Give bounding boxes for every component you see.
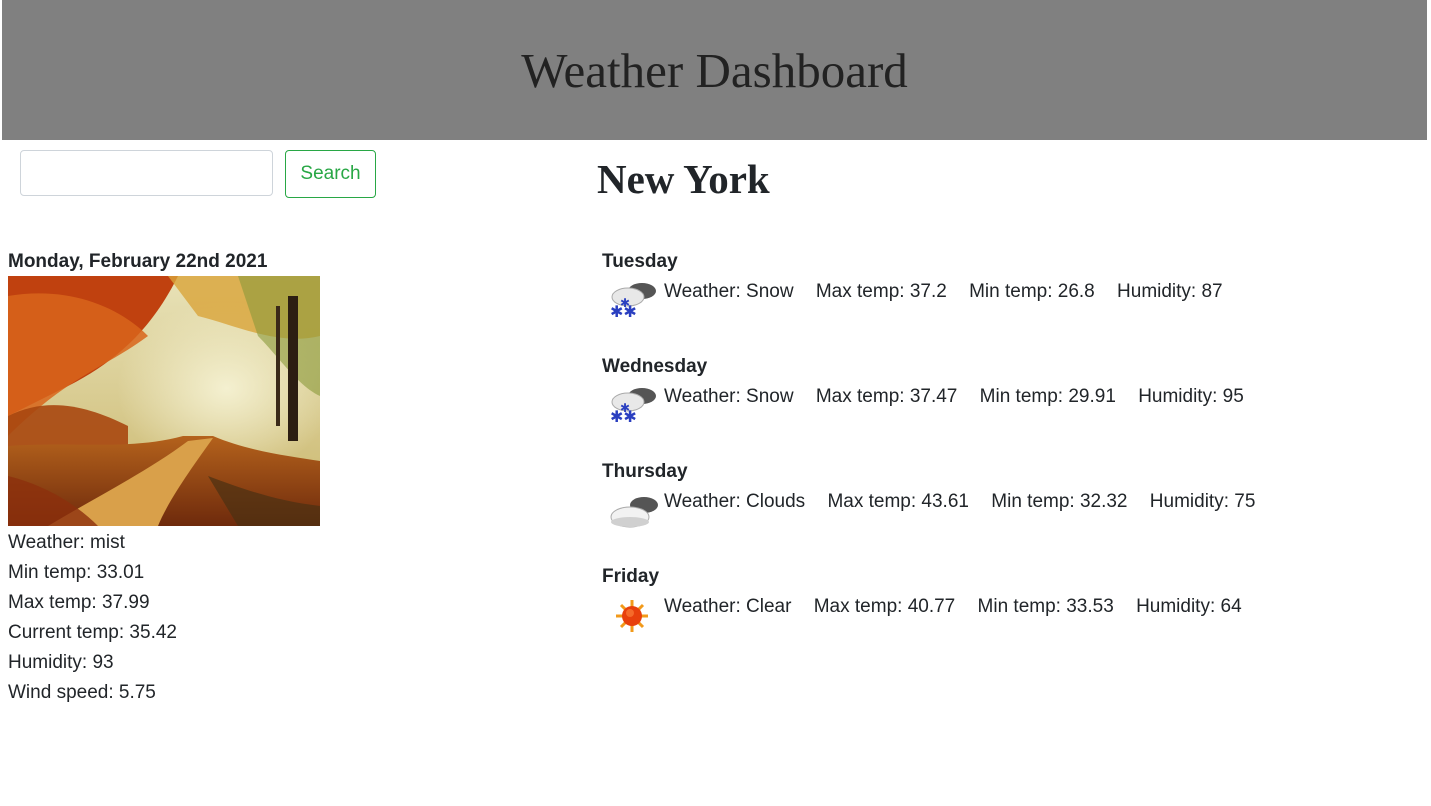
clouds-icon (610, 497, 658, 528)
forecast-humidity: Humidity: 75 (1149, 491, 1256, 512)
forecast-humidity: Humidity: 87 (1117, 281, 1223, 302)
forecast-weather: Weather: Snow (664, 386, 794, 407)
current-temp: Current temp: 35.42 (8, 622, 177, 643)
snow-icon: ✱✱ ✱ (610, 283, 656, 321)
snow-icon: ✱✱ ✱ (610, 388, 656, 426)
forecast-day: Wednesday ✱✱ ✱ Weather: Snow Max temp: 3… (602, 354, 1402, 459)
svg-text:✱: ✱ (620, 401, 630, 415)
forecast-humidity: Humidity: 95 (1138, 386, 1244, 407)
forecast-list: Tuesday ✱✱ ✱ Weather: Snow Max temp: 37.… (602, 249, 1402, 669)
forecast-min-temp: Min temp: 33.53 (977, 596, 1114, 617)
forecast-max-temp: Max temp: 40.77 (813, 596, 956, 617)
current-weather-condition: Weather: mist (8, 532, 125, 553)
forecast-min-temp: Min temp: 29.91 (979, 386, 1116, 407)
current-wind-speed: Wind speed: 5.75 (8, 682, 156, 703)
current-weather-details: Weather: mist Min temp: 33.01 Max temp: … (8, 528, 408, 708)
current-min-temp: Min temp: 33.01 (8, 562, 145, 583)
forecast-day-name: Friday (602, 566, 660, 587)
forecast-weather: Weather: Clouds (664, 491, 806, 512)
svg-text:✱: ✱ (620, 296, 630, 310)
forecast-max-temp: Max temp: 37.2 (815, 281, 947, 302)
forecast-day-name: Wednesday (602, 356, 708, 377)
current-date: Monday, February 22nd 2021 (8, 251, 268, 272)
search-button[interactable]: Search (285, 150, 376, 198)
forecast-weather: Weather: Snow (664, 281, 794, 302)
forecast-humidity: Humidity: 64 (1136, 596, 1242, 617)
forecast-day: Thursday Weather: Clouds Max temp: 43.61… (602, 459, 1402, 564)
forecast-day: Friday Weather: Clear Max temp: 40.77 Mi… (602, 564, 1402, 669)
current-humidity: Humidity: 93 (8, 652, 114, 673)
sun-icon (616, 600, 648, 632)
current-max-temp: Max temp: 37.99 (8, 592, 150, 613)
forecast-day-name: Tuesday (602, 251, 678, 272)
city-name: New York (597, 156, 770, 202)
page-header: Weather Dashboard (2, 0, 1427, 140)
forecast-min-temp: Min temp: 26.8 (969, 281, 1095, 302)
autumn-forest-image (8, 276, 320, 526)
forecast-weather: Weather: Clear (664, 596, 792, 617)
search-input[interactable] (20, 150, 273, 196)
forecast-min-temp: Min temp: 32.32 (991, 491, 1128, 512)
forecast-day-name: Thursday (602, 461, 688, 482)
forecast-max-temp: Max temp: 43.61 (827, 491, 969, 512)
page-title: Weather Dashboard (521, 43, 908, 98)
forecast-max-temp: Max temp: 37.47 (815, 386, 958, 407)
forecast-day: Tuesday ✱✱ ✱ Weather: Snow Max temp: 37.… (602, 249, 1402, 354)
current-weather-panel: Monday, February 22nd 2021 Weather: mist… (8, 249, 408, 708)
